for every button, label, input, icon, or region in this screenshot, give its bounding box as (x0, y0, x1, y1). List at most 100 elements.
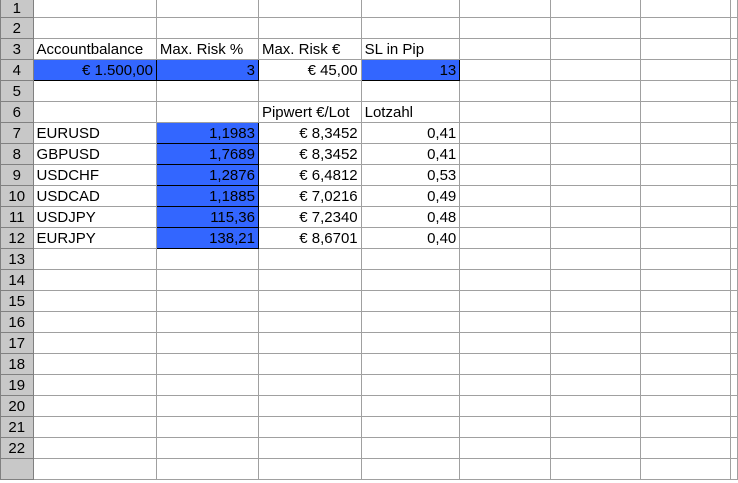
cell[interactable] (257, 374, 362, 396)
cell[interactable] (549, 122, 641, 144)
cell[interactable] (639, 122, 732, 144)
cell[interactable] (639, 290, 732, 312)
cell[interactable] (730, 395, 738, 417)
cell[interactable] (32, 17, 157, 39)
cell[interactable] (32, 311, 157, 333)
row-header[interactable]: 8 (0, 143, 34, 165)
cell[interactable] (639, 17, 732, 39)
cell[interactable] (155, 332, 259, 354)
cell[interactable] (549, 143, 641, 165)
cell[interactable] (639, 38, 732, 60)
cell[interactable] (155, 269, 259, 291)
row-header[interactable]: 11 (0, 206, 34, 228)
cell[interactable]: € 6,4812 (257, 164, 362, 186)
cell[interactable] (257, 437, 362, 459)
cell[interactable] (360, 80, 461, 102)
cell[interactable] (549, 458, 641, 480)
cell[interactable] (639, 59, 732, 81)
cell[interactable] (32, 0, 157, 18)
cell[interactable] (155, 416, 259, 438)
cell[interactable] (639, 458, 732, 480)
cell[interactable] (155, 80, 259, 102)
cell[interactable] (730, 143, 738, 165)
cell[interactable] (32, 353, 157, 375)
cell[interactable] (730, 206, 738, 228)
row-header[interactable]: 9 (0, 164, 34, 186)
cell[interactable] (639, 269, 732, 291)
cell[interactable]: 1,2876 (155, 164, 259, 186)
cell[interactable] (459, 206, 551, 228)
cell[interactable] (549, 101, 641, 123)
row-header[interactable]: 15 (0, 290, 34, 312)
cell[interactable]: 1,1885 (155, 185, 259, 207)
cell[interactable]: 0,53 (360, 164, 461, 186)
cell[interactable] (155, 17, 259, 39)
cell[interactable] (459, 332, 551, 354)
cell[interactable] (549, 395, 641, 417)
cell[interactable] (360, 353, 461, 375)
cell[interactable] (257, 0, 362, 18)
cell[interactable] (155, 101, 259, 123)
cell[interactable] (639, 80, 732, 102)
row-header[interactable]: 18 (0, 353, 34, 375)
cell[interactable] (549, 80, 641, 102)
cell[interactable] (155, 437, 259, 459)
cell[interactable] (360, 248, 461, 270)
cell[interactable] (549, 0, 641, 18)
row-header[interactable]: 2 (0, 17, 34, 39)
cell[interactable] (730, 101, 738, 123)
cell[interactable] (549, 17, 641, 39)
cell[interactable] (730, 38, 738, 60)
cell[interactable] (730, 80, 738, 102)
cell[interactable] (730, 374, 738, 396)
cell[interactable] (459, 227, 551, 249)
cell[interactable] (549, 290, 641, 312)
cell[interactable] (459, 122, 551, 144)
cell[interactable] (459, 437, 551, 459)
cell[interactable] (639, 332, 732, 354)
cell[interactable] (459, 80, 551, 102)
cell[interactable] (32, 290, 157, 312)
cell[interactable] (257, 311, 362, 333)
cell[interactable] (257, 416, 362, 438)
cell[interactable] (549, 332, 641, 354)
cell[interactable] (639, 311, 732, 333)
cell[interactable]: 0,41 (360, 143, 461, 165)
cell[interactable] (155, 458, 259, 480)
cell[interactable] (32, 248, 157, 270)
cell[interactable]: 0,40 (360, 227, 461, 249)
cell[interactable] (549, 185, 641, 207)
cell[interactable] (257, 332, 362, 354)
cell[interactable] (459, 353, 551, 375)
cell[interactable] (459, 0, 551, 18)
row-header[interactable]: 4 (0, 59, 34, 81)
cell[interactable]: Lotzahl (360, 101, 461, 123)
cell[interactable] (549, 59, 641, 81)
cell[interactable]: EURJPY (32, 227, 157, 249)
cell[interactable]: Max. Risk % (155, 38, 259, 60)
cell[interactable]: € 45,00 (257, 59, 362, 81)
cell[interactable] (360, 311, 461, 333)
cell[interactable]: € 1.500,00 (32, 59, 157, 81)
cell[interactable] (32, 101, 157, 123)
cell[interactable]: EURUSD (32, 122, 157, 144)
cell[interactable]: 1,1983 (155, 122, 259, 144)
cell[interactable] (549, 248, 641, 270)
cell[interactable] (155, 374, 259, 396)
cell[interactable] (360, 0, 461, 18)
cell[interactable]: € 7,0216 (257, 185, 362, 207)
cell[interactable] (639, 395, 732, 417)
cell[interactable] (257, 248, 362, 270)
cell[interactable] (257, 269, 362, 291)
cell[interactable] (549, 437, 641, 459)
cell[interactable] (639, 437, 732, 459)
cell[interactable] (360, 17, 461, 39)
cell[interactable] (459, 185, 551, 207)
cell[interactable] (639, 353, 732, 375)
cell[interactable] (549, 311, 641, 333)
row-header[interactable] (0, 458, 34, 480)
cell[interactable] (549, 38, 641, 60)
cell[interactable]: € 8,3452 (257, 143, 362, 165)
cell[interactable]: USDCHF (32, 164, 157, 186)
cell[interactable] (459, 17, 551, 39)
